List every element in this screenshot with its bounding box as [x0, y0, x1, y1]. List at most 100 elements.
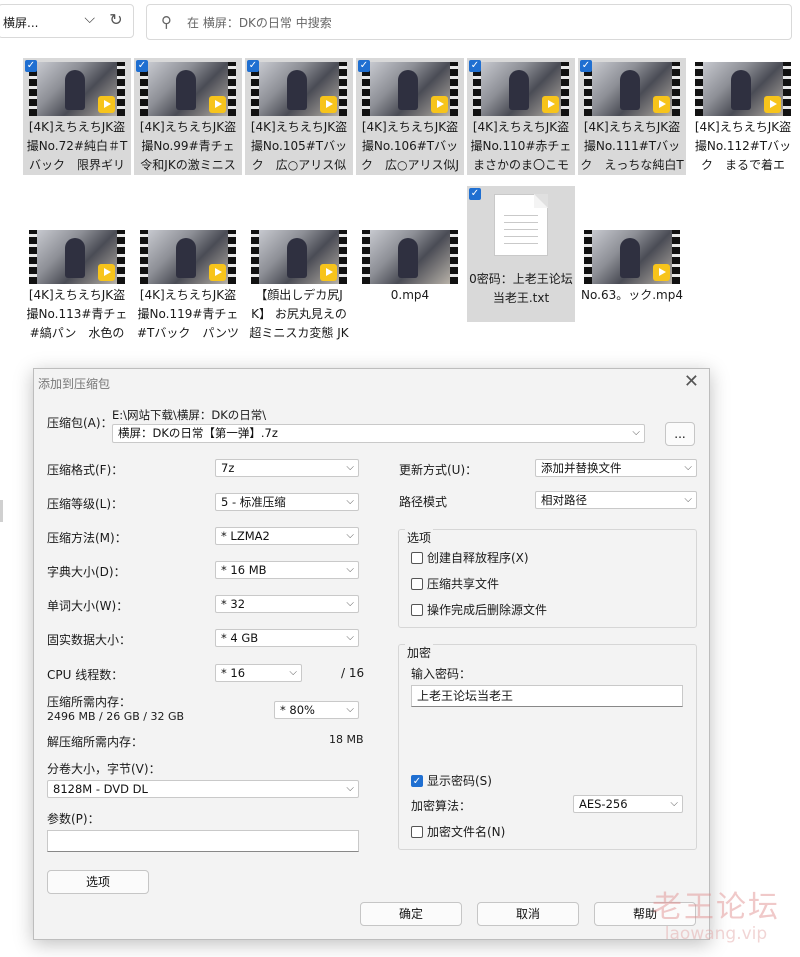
file-name: 0密码：上老王论坛当老王.txt: [469, 272, 573, 305]
enc-method-label: 加密算法：: [411, 799, 472, 813]
params-label: 参数(P)：: [47, 812, 100, 826]
word-label: 单词大小(W)：: [47, 599, 129, 613]
close-icon[interactable]: ✕: [684, 371, 699, 392]
file-name: [4K]えちえちJK盗撮No.113#青チェ#縞パン 水色の縞々ぱん...: [26, 288, 128, 340]
archive-name-combo[interactable]: 横屏：DKの日常【第一弹】.7z ⌵: [112, 424, 645, 443]
file-item[interactable]: ✓ [4K]えちえちJK盗撮No.72#純白＃Tバック 限界ギリギリの食...: [23, 58, 131, 175]
checkbox-checked-icon[interactable]: ✓: [358, 60, 370, 72]
checkbox-checked-icon[interactable]: ✓: [136, 60, 148, 72]
mem-percent-select[interactable]: * 80% ⌵: [274, 701, 359, 719]
checkbox-icon[interactable]: [411, 551, 423, 564]
shared-checkbox[interactable]: 压缩共享文件: [411, 575, 499, 592]
checkbox-checked-icon[interactable]: ✓: [247, 60, 259, 72]
video-thumbnail: [473, 62, 569, 116]
options-group: 选项 创建自释放程序(X) 压缩共享文件 操作完成后删除源文件: [398, 529, 697, 628]
mem-comp-value: 2496 MB / 26 GB / 32 GB: [47, 710, 185, 723]
player-icon: [98, 264, 115, 281]
chevron-down-icon: ⌵: [684, 462, 692, 473]
method-select[interactable]: * LZMA2 ⌵: [215, 527, 359, 545]
cancel-button[interactable]: 取消: [477, 902, 579, 926]
checkbox-checked-icon[interactable]: ✓: [469, 188, 481, 200]
dict-select[interactable]: * 16 MB ⌵: [215, 561, 359, 579]
options-button[interactable]: 选项: [47, 870, 149, 894]
encrypt-names-checkbox[interactable]: 加密文件名(N): [411, 823, 505, 840]
cpu-select[interactable]: * 16 ⌵: [215, 664, 302, 682]
chevron-down-icon[interactable]: ⌵: [632, 425, 640, 441]
file-name: [4K]えちえちJK盗撮No.119#青チェ#Tバック パンツが隠れ...: [137, 288, 239, 340]
file-name: [4K]えちえちJK盗撮No.105#Tバック 広○アリス似高身長JK...: [250, 120, 348, 172]
text-file-icon: [494, 194, 548, 256]
update-label: 更新方式(U)：: [399, 463, 478, 477]
file-name: [4K]えちえちJK盗撮No.112#Tバック まるで着エロ！限界...: [694, 120, 792, 172]
player-icon: [320, 264, 337, 281]
file-item[interactable]: ✓ 0密码：上老王论坛当老王.txt: [467, 186, 575, 322]
chevron-down-icon: ⌵: [346, 783, 354, 794]
chevron-down-icon: ⌵: [346, 530, 354, 541]
player-icon: [431, 96, 448, 113]
address-text: 横屏...: [3, 16, 39, 30]
file-item[interactable]: 【顔出しデカ尻JK】 お尻丸見えの超ミニスカ変態 JKちゃん♪エ...: [245, 226, 353, 343]
delete-source-checkbox[interactable]: 操作完成后删除源文件: [411, 601, 547, 618]
video-thumbnail: [584, 62, 680, 116]
cpu-label: CPU 线程数：: [47, 668, 124, 682]
chevron-down-icon[interactable]: ⌵: [84, 11, 95, 27]
show-password-checkbox[interactable]: ✓ 显示密码(S): [411, 772, 492, 789]
file-name: 【顔出しデカ尻JK】 お尻丸見えの超ミニスカ変態 JKちゃん♪エ...: [249, 288, 349, 340]
player-icon: [209, 264, 226, 281]
word-select[interactable]: * 32 ⌵: [215, 595, 359, 613]
password-input[interactable]: 上老王论坛当老王: [411, 685, 683, 707]
checkbox-icon[interactable]: [411, 603, 423, 616]
chevron-down-icon: ⌵: [346, 598, 354, 609]
file-item[interactable]: [4K]えちえちJK盗撮No.112#Tバック まるで着エロ！限界...: [689, 58, 797, 175]
pathmode-select[interactable]: 相对路径 ⌵: [535, 491, 697, 509]
archive-path: E:\网站下载\横屏：DKの日常\: [112, 408, 267, 422]
mem-decomp-value: 18 MB: [329, 733, 364, 746]
refresh-icon[interactable]: ↻: [104, 8, 128, 32]
file-item[interactable]: ✓ [4K]えちえちJK盗撮No.106#Tバック 広○アリス似JKの無毛...: [356, 58, 464, 175]
video-thumbnail: [251, 62, 347, 116]
search-box[interactable]: ⚲: [146, 4, 792, 40]
sfx-checkbox[interactable]: 创建自释放程序(X): [411, 549, 529, 566]
level-select[interactable]: 5 - 标准压缩 ⌵: [215, 493, 359, 511]
file-item[interactable]: 0.mp4: [356, 226, 464, 343]
browse-button[interactable]: ...: [665, 422, 695, 446]
file-item[interactable]: [4K]えちえちJK盗撮No.113#青チェ#縞パン 水色の縞々ぱん...: [23, 226, 131, 343]
checkbox-icon[interactable]: [411, 825, 423, 838]
file-item[interactable]: No.63。ック.mp4: [578, 226, 686, 343]
solid-select[interactable]: * 4 GB ⌵: [215, 629, 359, 647]
format-label: 压缩格式(F)：: [47, 463, 124, 477]
checkbox-checked-icon[interactable]: ✓: [411, 774, 423, 787]
file-item[interactable]: ✓ [4K]えちえちJK盗撮No.99#青チェ 令和JKの激ミニスカート...: [134, 58, 242, 175]
enc-method-select[interactable]: AES-256 ⌵: [573, 795, 683, 813]
checkbox-icon[interactable]: [411, 577, 423, 590]
player-icon: [764, 96, 781, 113]
file-item[interactable]: ✓ [4K]えちえちJK盗撮No.105#Tバック 広○アリス似高身長JK...: [245, 58, 353, 175]
player-icon: [653, 96, 670, 113]
video-thumbnail: [362, 62, 458, 116]
params-input[interactable]: [47, 830, 359, 852]
file-item[interactable]: ✓ [4K]えちえちJK盗撮No.110#赤チェ まさかのま〇こモロ出...: [467, 58, 575, 175]
watermark: 老王论坛 laowang.vip: [652, 882, 780, 944]
update-select[interactable]: 添加并替换文件 ⌵: [535, 459, 697, 477]
checkbox-checked-icon[interactable]: ✓: [580, 60, 592, 72]
file-item[interactable]: [4K]えちえちJK盗撮No.119#青チェ#Tバック パンツが隠れ...: [134, 226, 242, 343]
format-select[interactable]: 7z ⌵: [215, 459, 359, 477]
method-label: 压缩方法(M)：: [47, 531, 127, 545]
checkbox-checked-icon[interactable]: ✓: [25, 60, 37, 72]
mem-comp-label: 压缩所需内存：: [47, 695, 132, 709]
file-item[interactable]: ✓ [4K]えちえちJK盗撮No.111#Tバック えっちな純白Tフロン...: [578, 58, 686, 175]
watermark-text: 老王论坛: [652, 890, 780, 925]
ok-button[interactable]: 确定: [360, 902, 462, 926]
scrollbar-fragment: [0, 500, 3, 522]
file-name: [4K]えちえちJK盗撮No.72#純白＃Tバック 限界ギリギリの食...: [26, 120, 128, 172]
player-icon: [98, 96, 115, 113]
search-input[interactable]: [185, 12, 749, 34]
volume-label: 分卷大小，字节(V)：: [47, 762, 161, 776]
pathmode-label: 路径模式: [399, 495, 448, 509]
volume-combo[interactable]: 8128M - DVD DL ⌵: [47, 780, 359, 798]
add-to-archive-dialog: 添加到压缩包 ✕ 压缩包(A)： E:\网站下载\横屏：DKの日常\ 横屏：DK…: [33, 368, 710, 940]
mem-decomp-label: 解压缩所需内存：: [47, 735, 144, 749]
checkbox-checked-icon[interactable]: ✓: [469, 60, 481, 72]
file-name: No.63。ック.mp4: [581, 288, 683, 302]
file-name: [4K]えちえちJK盗撮No.110#赤チェ まさかのま〇こモロ出...: [470, 120, 575, 172]
